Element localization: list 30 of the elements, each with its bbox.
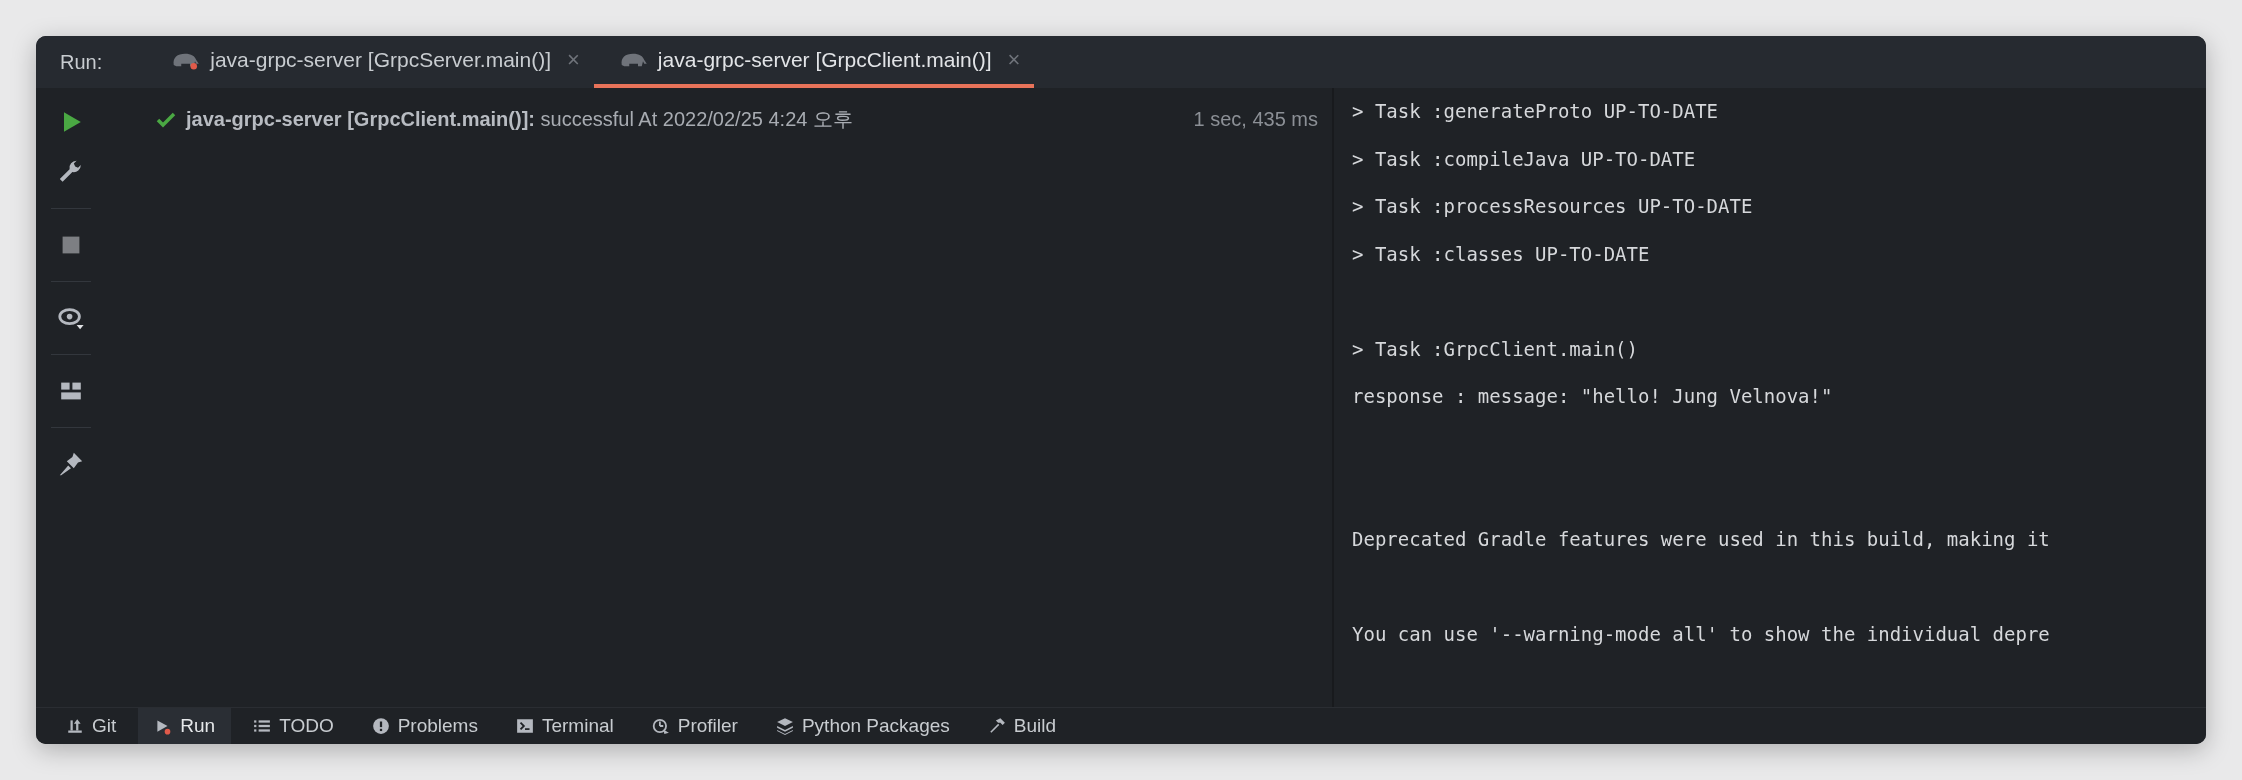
tool-window-button[interactable]: Run	[138, 708, 232, 744]
console-line: > Task :generateProto UP-TO-DATE	[1352, 99, 1720, 124]
console-line: response : message: "hello! Jung Velnova!"	[1352, 384, 1834, 409]
terminal-icon	[515, 717, 534, 735]
tool-window-button[interactable]: Terminal	[499, 708, 630, 744]
layers-icon	[775, 717, 794, 735]
hammer-icon	[987, 717, 1006, 735]
tool-window-button[interactable]: Profiler	[635, 708, 754, 744]
tool-window-button[interactable]: Git	[50, 708, 133, 744]
git-icon	[66, 717, 84, 735]
console-line: You can use '--warning-mode all' to show the individual depre	[1352, 621, 2051, 647]
console-line: > Task :GrpcClient.main()	[1352, 336, 1639, 362]
console-line: > Task :processResources UP-TO-DATE	[1352, 194, 1754, 219]
tool-window-label: Run:	[60, 50, 103, 74]
gauge-icon	[651, 717, 670, 735]
tool-window-button[interactable]: TODO	[237, 708, 350, 744]
list-icon	[253, 717, 272, 735]
play-icon	[154, 717, 173, 735]
run-tab[interactable]: java-grpc-server [GrpcServer.main()] ×	[146, 36, 594, 88]
tool-window-button[interactable]: Python Packages	[759, 708, 966, 744]
build-duration: 1 sec, 435 ms	[1193, 108, 1318, 131]
console-line: > Task :classes UP-TO-DATE	[1352, 241, 1651, 267]
pin-icon[interactable]	[57, 450, 85, 478]
tool-window-button[interactable]: Build	[971, 708, 1073, 744]
console-line: > Task :compileJava UP-TO-DATE	[1352, 146, 1697, 172]
run-tab[interactable]: java-grpc-server [GrpcClient.main()] ×	[593, 36, 1035, 88]
tool-window-button[interactable]: Problems	[355, 708, 494, 744]
exclamation-icon	[371, 717, 390, 735]
build-result[interactable]: java-grpc-server [GrpcClient.main()]: successful At 2022/02/25 4:24 오후	[186, 106, 853, 133]
console-line: Deprecated Gradle features were used in this build, making it	[1352, 526, 2051, 552]
